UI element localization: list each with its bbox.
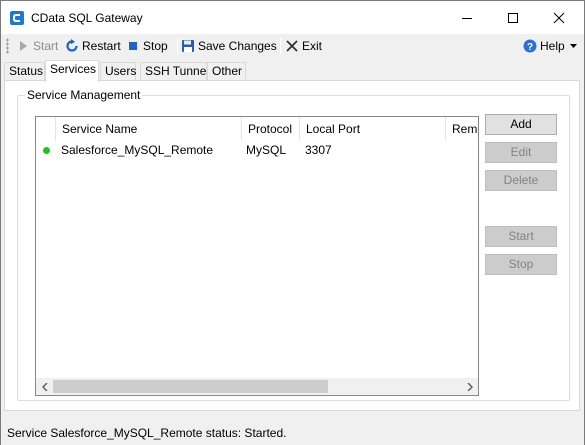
start-toolbar-label: Start <box>33 39 59 53</box>
save-changes-toolbar-label: Save Changes <box>198 39 277 53</box>
save-floppy-icon <box>182 40 194 52</box>
maximize-icon <box>508 12 518 23</box>
close-button[interactable] <box>536 1 582 34</box>
svg-text:?: ? <box>527 42 533 53</box>
tab-label: Users <box>105 64 137 78</box>
tab-label: Status <box>9 64 44 78</box>
tab-label: SSH Tunnel <box>145 64 210 78</box>
minimize-button[interactable] <box>444 1 490 34</box>
cdata-app-icon <box>10 11 24 25</box>
toolbar-grip[interactable] <box>6 38 9 54</box>
services-tab-panel: Service Management Service Name Protocol… <box>4 80 580 411</box>
stop-icon <box>129 42 137 50</box>
exit-toolbar-label: Exit <box>302 39 323 53</box>
exit-x-icon <box>286 40 298 52</box>
dropdown-arrow-icon <box>569 43 577 48</box>
group-title: Service Management <box>25 88 143 102</box>
toolbar-separator <box>280 38 281 55</box>
exit-toolbar-button[interactable]: Exit <box>285 36 322 56</box>
start-service-button[interactable]: Start <box>485 226 557 247</box>
toolbar-separator <box>177 38 178 55</box>
title-bar: CData SQL Gateway <box>1 1 584 34</box>
tab-status[interactable]: Status <box>4 62 45 81</box>
save-changes-toolbar-button[interactable]: Save Changes <box>181 36 277 56</box>
help-icon: ? <box>523 39 537 53</box>
restart-toolbar-label: Restart <box>82 39 121 53</box>
play-icon <box>20 41 27 51</box>
close-icon <box>553 12 565 23</box>
stop-toolbar-button[interactable]: Stop <box>126 36 168 56</box>
column-header-local-port[interactable]: Local Port <box>300 117 446 141</box>
column-header-service-name[interactable]: Service Name <box>56 117 242 141</box>
restart-toolbar-button[interactable]: Restart <box>65 36 121 56</box>
scrollbar-thumb[interactable] <box>53 380 328 393</box>
stop-toolbar-label: Stop <box>143 39 168 53</box>
edit-service-button[interactable]: Edit <box>485 142 557 163</box>
column-header-protocol[interactable]: Protocol <box>242 117 300 141</box>
stop-service-button[interactable]: Stop <box>485 254 557 275</box>
tab-other[interactable]: Other <box>207 62 246 81</box>
help-toolbar-label: Help <box>540 39 565 53</box>
tab-label: Other <box>212 64 243 78</box>
tab-users[interactable]: Users <box>100 62 136 81</box>
services-list[interactable]: Service Name Protocol Local Port Remo Sa… <box>35 116 479 396</box>
scroll-left-icon[interactable] <box>36 378 53 395</box>
start-toolbar-button[interactable]: Start <box>16 36 58 56</box>
status-started-indicator <box>43 147 50 154</box>
column-header-status[interactable] <box>36 117 56 141</box>
add-service-button[interactable]: Add <box>485 114 557 135</box>
toolbar: Start Restart Stop Save Changes Exit ? H… <box>1 34 584 58</box>
horizontal-scrollbar[interactable] <box>36 378 478 395</box>
window-title: CData SQL Gateway <box>31 11 143 25</box>
cell-protocol: MySQL <box>246 143 287 157</box>
table-row[interactable]: Salesforce_MySQL_Remote MySQL 3307 <box>36 141 478 159</box>
restart-icon <box>66 39 78 52</box>
tab-label: Services <box>50 62 97 76</box>
minimize-icon <box>462 17 472 19</box>
cell-local-port: 3307 <box>305 143 332 157</box>
tab-services[interactable]: Services <box>45 60 99 82</box>
delete-service-button[interactable]: Delete <box>485 170 557 191</box>
column-header-remote[interactable]: Remo <box>446 117 478 141</box>
help-toolbar-button[interactable]: ? Help <box>523 36 577 56</box>
scroll-right-icon[interactable] <box>461 378 478 395</box>
service-management-group: Service Management Service Name Protocol… <box>17 88 570 401</box>
cell-service-name: Salesforce_MySQL_Remote <box>61 143 214 157</box>
tab-ssh-tunnel[interactable]: SSH Tunnel <box>140 62 210 81</box>
status-message: Service Salesforce_MySQL_Remote status: … <box>7 426 287 440</box>
status-bar: Service Salesforce_MySQL_Remote status: … <box>1 421 584 445</box>
maximize-button[interactable] <box>490 1 536 34</box>
app-window: CData SQL Gateway Start Restart Stop Sav… <box>0 0 585 445</box>
